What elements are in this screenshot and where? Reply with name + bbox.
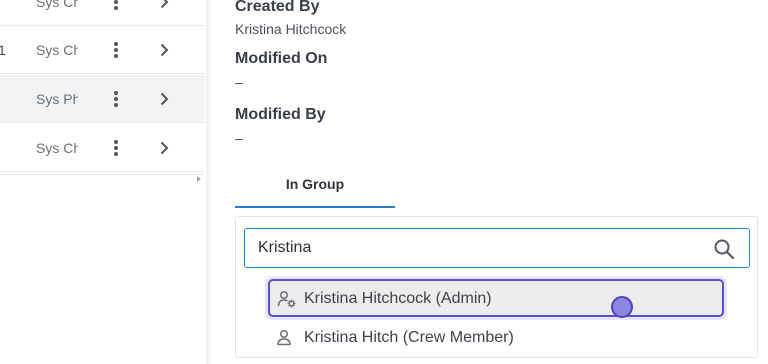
- created-by-label: Created By: [235, 0, 320, 15]
- list-item[interactable]: Sys Ch: [0, 124, 205, 172]
- dropdown-option[interactable]: Kristina Hitchcock (Admin): [268, 279, 724, 317]
- chevron-right-icon[interactable]: [156, 140, 172, 156]
- active-tab-indicator: [235, 206, 395, 208]
- cursor-indicator: [611, 296, 633, 318]
- modified-by-value: –: [235, 130, 243, 146]
- more-options-icon[interactable]: [108, 0, 124, 12]
- user-icon: [275, 328, 295, 348]
- more-options-icon[interactable]: [108, 89, 124, 109]
- more-options-icon[interactable]: [108, 40, 124, 60]
- row-name: Sys Ch: [36, 0, 78, 10]
- modified-on-label: Modified On: [235, 50, 328, 67]
- chevron-right-icon[interactable]: [156, 42, 172, 58]
- row-id: 1: [0, 42, 6, 58]
- scroll-right-arrow-icon[interactable]: [197, 176, 201, 182]
- option-label: Kristina Hitchcock (Admin): [304, 290, 492, 307]
- modified-by-label: Modified By: [235, 106, 326, 123]
- list-panel: Sys Ch 1 Sys Ch Sys Ph Sys Ch: [0, 0, 207, 364]
- modified-on-value: –: [235, 74, 243, 90]
- group-search-input[interactable]: Kristina: [244, 228, 750, 268]
- search-input-value[interactable]: Kristina: [258, 239, 311, 257]
- search-icon[interactable]: [713, 238, 735, 260]
- divider: [0, 174, 205, 175]
- dropdown-option[interactable]: Kristina Hitch (Crew Member): [268, 320, 724, 358]
- row-name: Sys Ch: [36, 139, 78, 156]
- list-item[interactable]: Sys Ph: [0, 75, 205, 123]
- option-label: Kristina Hitch (Crew Member): [304, 329, 514, 346]
- user-gear-icon: [277, 289, 297, 309]
- more-options-icon[interactable]: [108, 138, 124, 158]
- row-name: Sys Ch: [36, 41, 78, 58]
- list-item[interactable]: Sys Ch: [0, 0, 205, 26]
- created-by-value: Kristina Hitchcock: [235, 21, 347, 37]
- chevron-right-icon[interactable]: [156, 91, 172, 107]
- row-name: Sys Ph: [36, 90, 78, 107]
- list-item[interactable]: 1 Sys Ch: [0, 26, 205, 74]
- chevron-right-icon[interactable]: [156, 0, 172, 10]
- panel-divider: [206, 0, 212, 364]
- tab-in-group[interactable]: In Group: [235, 168, 395, 208]
